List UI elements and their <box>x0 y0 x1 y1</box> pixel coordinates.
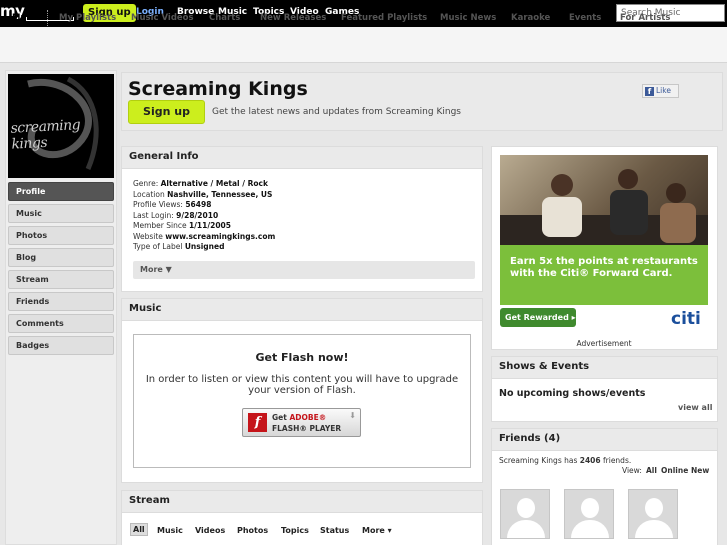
get-rewarded-button[interactable]: Get Rewarded ▸ <box>500 308 576 327</box>
stream-tab-more[interactable]: More ▾ <box>362 526 392 535</box>
subnav-new-releases[interactable]: New Releases <box>260 13 326 23</box>
flash-title: Get Flash now! <box>255 351 349 364</box>
photo-caption: screaming kings <box>10 117 81 153</box>
subnav-music-videos[interactable]: Music Videos <box>131 13 194 23</box>
subnav-for-artists[interactable]: For Artists <box>620 13 670 23</box>
ad-headline: Earn 5x the points at restaurants with t… <box>510 256 698 279</box>
avatar-head <box>645 498 663 518</box>
get-flash-button[interactable]: f Get ADOBE® FLASH® PLAYER ⬇ <box>242 408 361 437</box>
avatar-head <box>517 498 535 518</box>
sidebar-item-stream[interactable]: Stream <box>8 270 114 289</box>
friend-avatar[interactable] <box>564 489 614 539</box>
info-member-since: Member Since 1/11/2005 <box>133 221 231 230</box>
stream-tab-music[interactable]: Music <box>157 526 183 535</box>
info-label: Location <box>133 190 168 199</box>
shows-events-title: Shows & Events <box>499 361 590 372</box>
flash-button-line2: FLASH® PLAYER <box>272 424 342 433</box>
info-label: Last Login: <box>133 211 177 220</box>
like-label: Like <box>656 86 671 95</box>
download-arrow-icon: ⬇ <box>349 411 356 420</box>
friends-summary: Screaming Kings has 2406 friends. <box>499 456 631 465</box>
stream-tab-all[interactable]: All <box>130 523 148 536</box>
info-label: Website <box>133 232 166 241</box>
stream-tab-topics[interactable]: Topics <box>281 526 309 535</box>
sidebar-item-badges[interactable]: Badges <box>8 336 114 355</box>
subnav-divider <box>47 10 48 26</box>
info-profile-views: Profile Views: 56498 <box>133 200 211 209</box>
info-value: 56498 <box>185 200 212 209</box>
info-location: Location Nashville, Tennessee, US <box>133 190 272 199</box>
stream-tab-videos[interactable]: Videos <box>195 526 225 535</box>
signup-tagline: Get the latest news and updates from Scr… <box>212 107 461 117</box>
sidebar-item-blog[interactable]: Blog <box>8 248 114 267</box>
sidebar-item-comments[interactable]: Comments <box>8 314 114 333</box>
stream-title: Stream <box>129 495 170 506</box>
info-value: Nashville, Tennessee, US <box>167 190 273 199</box>
music-title: Music <box>129 303 162 314</box>
avatar-head <box>581 498 599 518</box>
facebook-icon: f <box>645 87 654 96</box>
flash-button-brand: ADOBE® <box>289 413 327 422</box>
subnav-my-playlists[interactable]: My Playlists <box>59 13 116 23</box>
subnav-events[interactable]: Events <box>569 13 601 23</box>
info-label: Genre: <box>133 179 161 188</box>
citi-logo: citi <box>671 309 701 329</box>
friend-avatar[interactable] <box>500 489 550 539</box>
friend-avatar[interactable] <box>628 489 678 539</box>
subnav-music[interactable]: Music <box>12 13 40 23</box>
friends-view-new[interactable]: New <box>691 466 709 475</box>
friends-view-label: View: <box>622 466 642 475</box>
info-genre: Genre: Alternative / Metal / Rock <box>133 179 268 188</box>
website-link[interactable]: www.screamingkings.com <box>165 232 275 241</box>
sidebar-item-photos[interactable]: Photos <box>8 226 114 245</box>
info-website: Website www.screamingkings.com <box>133 232 275 241</box>
info-value: 1/11/2005 <box>188 221 231 230</box>
band-profile-photo[interactable]: screaming kings <box>8 74 114 178</box>
general-info-title: General Info <box>129 151 199 162</box>
friends-view-all[interactable]: All <box>646 466 657 475</box>
page-title: Screaming Kings <box>128 78 308 100</box>
stream-tab-photos[interactable]: Photos <box>237 526 268 535</box>
stream-header <box>122 491 482 513</box>
subnav-charts[interactable]: Charts <box>209 13 240 23</box>
friends-title: Friends (4) <box>499 433 561 444</box>
info-value: Alternative / Metal / Rock <box>160 179 268 188</box>
info-label-type: Type of Label Unsigned <box>133 242 224 251</box>
facebook-like-button[interactable]: f Like <box>642 84 679 98</box>
advertisement-label: Advertisement <box>576 339 632 348</box>
flash-button-prefix: Get <box>272 413 290 422</box>
info-label: Member Since <box>133 221 189 230</box>
info-value: 9/28/2010 <box>176 211 219 220</box>
info-label: Type of Label <box>133 242 185 251</box>
advertisement-image[interactable] <box>500 155 708 245</box>
subnav-featured-playlists[interactable]: Featured Playlists <box>341 13 427 23</box>
no-shows-text: No upcoming shows/events <box>499 388 646 399</box>
ad-photo-scene <box>500 169 708 245</box>
sidebar-item-profile[interactable]: Profile <box>8 182 114 201</box>
friends-count: 2406 <box>579 456 601 465</box>
stream-tab-status[interactable]: Status <box>320 526 349 535</box>
friends-summary-prefix: Screaming Kings has <box>499 456 580 465</box>
subnav-karaoke[interactable]: Karaoke <box>511 13 550 23</box>
music-subnav <box>0 27 727 63</box>
flash-button-line1: Get ADOBE® <box>272 413 326 422</box>
sidebar-item-friends[interactable]: Friends <box>8 292 114 311</box>
subnav-music-news[interactable]: Music News <box>440 13 496 23</box>
avatar-body <box>635 520 673 538</box>
avatar-body <box>571 520 609 538</box>
info-value: Unsigned <box>184 242 225 251</box>
info-last-login: Last Login: 9/28/2010 <box>133 211 218 220</box>
avatar-body <box>507 520 545 538</box>
sidebar-item-music[interactable]: Music <box>8 204 114 223</box>
more-info-toggle[interactable]: More ▼ <box>133 261 475 279</box>
view-all-shows-link[interactable]: view all <box>678 403 712 412</box>
friends-view-online[interactable]: Online <box>661 466 688 475</box>
friends-summary-suffix: friends. <box>600 456 632 465</box>
music-header <box>122 299 482 321</box>
adobe-flash-icon: f <box>248 413 267 432</box>
info-label: Profile Views: <box>133 200 186 209</box>
signup-button[interactable]: Sign up <box>128 100 205 124</box>
flash-message: In order to listen or view this content … <box>145 374 459 396</box>
